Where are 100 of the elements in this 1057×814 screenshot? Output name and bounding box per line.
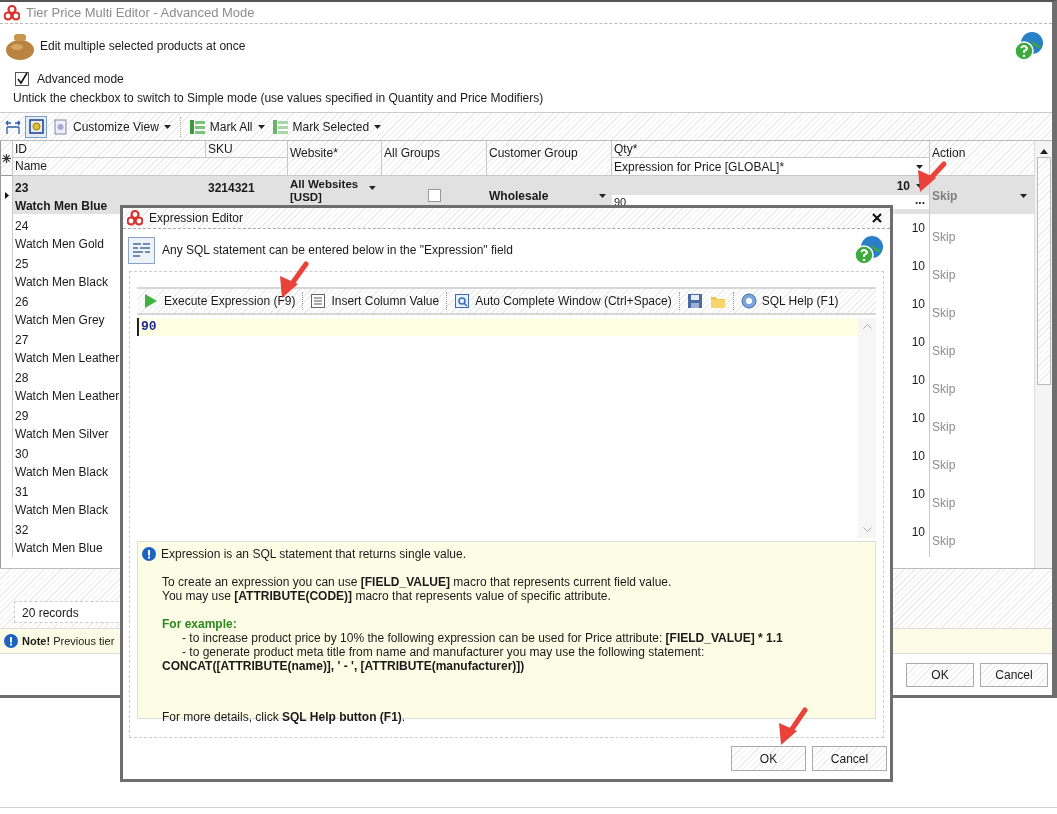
table-cell-text: Skip xyxy=(932,229,956,246)
table-cell-text: Skip xyxy=(932,305,956,322)
info-icon xyxy=(142,547,156,561)
table-cell-text: Skip xyxy=(932,381,956,398)
table-cell-text: 10 xyxy=(911,448,925,465)
table-cell-text: 10 xyxy=(896,177,910,195)
checkbox[interactable] xyxy=(428,189,441,202)
table-cell-text: 10 xyxy=(911,334,925,351)
list-icon xyxy=(310,293,327,309)
table-cell-text: 28 xyxy=(15,370,29,387)
dialog-button[interactable]: Cancel xyxy=(812,746,887,771)
dialog-button[interactable]: OK xyxy=(906,662,974,687)
table-cell-text: Watch Men Leather xyxy=(15,350,120,367)
caret-icon xyxy=(369,186,376,190)
new-row-icon xyxy=(2,154,11,163)
table-cell-text: 10 xyxy=(911,220,925,237)
scroll-up-icon[interactable] xyxy=(1039,149,1048,154)
caret-icon xyxy=(599,193,606,198)
caret-icon xyxy=(374,124,382,129)
code-editor[interactable]: 90 xyxy=(137,318,876,538)
table-cell-text: 23 xyxy=(15,180,29,197)
fit-columns-icon[interactable] xyxy=(5,118,21,135)
close-icon[interactable] xyxy=(872,213,882,223)
help-icon xyxy=(740,293,757,309)
dropdown[interactable]: Expression for Price [GLOBAL]* xyxy=(612,158,930,176)
toolbar-button[interactable]: SQL Help (F1) xyxy=(738,290,841,312)
table-cell-text: 30 xyxy=(15,446,29,463)
table-cell-text: Skip xyxy=(932,495,956,512)
table-cell: 3214321 xyxy=(208,181,255,195)
caret-icon xyxy=(916,164,923,169)
table-cell-text: Watch Men Black xyxy=(15,502,108,519)
info-text: For more details, click SQL Help button (F1). xyxy=(162,710,407,724)
view-icon xyxy=(53,118,68,135)
document-icon xyxy=(128,236,155,264)
table-cell-text: Skip xyxy=(932,187,958,205)
caret-icon xyxy=(257,124,265,129)
info-text: - to generate product meta title from name and manufacturer you may use the following statement: CONCAT([ATTRIBUTE(name)], ' - ', [ATTRIBUTE(manufacturer)]) xyxy=(162,645,706,673)
help-icon[interactable] xyxy=(853,235,883,265)
note-text: Note! Previous tier xyxy=(22,633,115,649)
table-cell-text: 25 xyxy=(15,256,29,273)
toolbar-button[interactable]: Insert Column Value xyxy=(308,290,442,312)
code-text: 90 xyxy=(141,318,157,337)
scrollbar-thumb[interactable] xyxy=(1036,157,1051,385)
dialog-button[interactable]: Cancel xyxy=(980,662,1048,687)
save-icon[interactable] xyxy=(686,293,703,309)
annotation-arrow xyxy=(779,707,808,745)
info-title: Expression is an SQL statement that returns single value. xyxy=(161,547,467,561)
app-icon xyxy=(127,210,143,226)
table-cell-text: Skip xyxy=(932,267,956,284)
table-cell-text: Skip xyxy=(932,533,956,550)
info-text: To create an expression you can use [FIELD_VALUE] macro that represents current field value. xyxy=(162,575,673,589)
table-cell-text: Watch Men Leather xyxy=(15,388,120,405)
table-cell-text: 10 xyxy=(911,410,925,427)
scrollbar[interactable] xyxy=(1034,141,1052,568)
toolbar-button[interactable]: Auto Complete Window (Ctrl+Space) xyxy=(452,290,674,312)
dialog-button[interactable]: OK xyxy=(731,746,806,771)
scrollbar[interactable] xyxy=(858,318,876,538)
table-cell-text: 32 xyxy=(15,522,29,539)
table-cell-text: Skip xyxy=(932,343,956,360)
column-header: ID xyxy=(13,141,206,158)
toggle-button[interactable] xyxy=(25,115,47,138)
help-icon[interactable] xyxy=(1013,31,1043,61)
toolbar-button[interactable]: Mark Selected xyxy=(270,115,384,138)
example-heading: For example: xyxy=(162,617,238,631)
ellipsis-button[interactable]: ... xyxy=(915,195,925,205)
toolbar-button[interactable]: Customize View xyxy=(51,115,173,138)
row-pointer-icon xyxy=(4,192,9,199)
money-bag-icon xyxy=(5,31,35,61)
list-icon xyxy=(189,118,205,135)
checkbox-label: Advanced mode xyxy=(37,71,124,88)
caret-icon xyxy=(163,124,171,129)
table-cell-text: All Websites [USD] xyxy=(290,178,360,204)
column-header: SKU xyxy=(206,141,288,158)
table-cell-text: Watch Men Silver xyxy=(15,426,109,443)
table-cell-text: Watch Men Grey xyxy=(15,312,105,329)
checkbox[interactable] xyxy=(15,72,29,86)
table-cell-text: Skip xyxy=(932,419,956,436)
table-cell-text: 27 xyxy=(15,332,29,349)
table-cell-text: 24 xyxy=(15,218,29,235)
table-cell-text: 10 xyxy=(911,486,925,503)
table-cell-text: 26 xyxy=(15,294,29,311)
table-cell-text: 10 xyxy=(911,524,925,541)
info-text: You may use [ATTRIBUTE(CODE)] macro that represents value of specific attribute. xyxy=(162,589,612,603)
frame-icon xyxy=(28,119,44,134)
header-text: Edit multiple selected products at once xyxy=(40,38,246,55)
app-icon xyxy=(4,4,20,21)
table-cell-text: Watch Men Black xyxy=(15,464,108,481)
scroll-down-icon[interactable] xyxy=(862,527,872,532)
table-cell-text: 10 xyxy=(911,258,925,275)
table-cell-text: Wholesale xyxy=(489,187,549,205)
annotation-arrow xyxy=(918,161,947,192)
table-cell-text: 31 xyxy=(15,484,29,501)
play-icon xyxy=(143,293,159,309)
toolbar-button[interactable]: Execute Expression (F9) xyxy=(141,290,298,312)
table-cell-text: 29 xyxy=(15,408,29,425)
info-icon xyxy=(4,634,18,648)
description-text: Any SQL statement can be entered below in the "Expression" field xyxy=(162,242,513,259)
table-cell-text: Watch Men Blue xyxy=(15,198,108,215)
toolbar-button[interactable]: Mark All xyxy=(187,115,267,138)
info-text: - to increase product price by 10% the following expression can be used for Price attribute: [FIELD_VALUE] * 1.1 xyxy=(181,631,784,645)
